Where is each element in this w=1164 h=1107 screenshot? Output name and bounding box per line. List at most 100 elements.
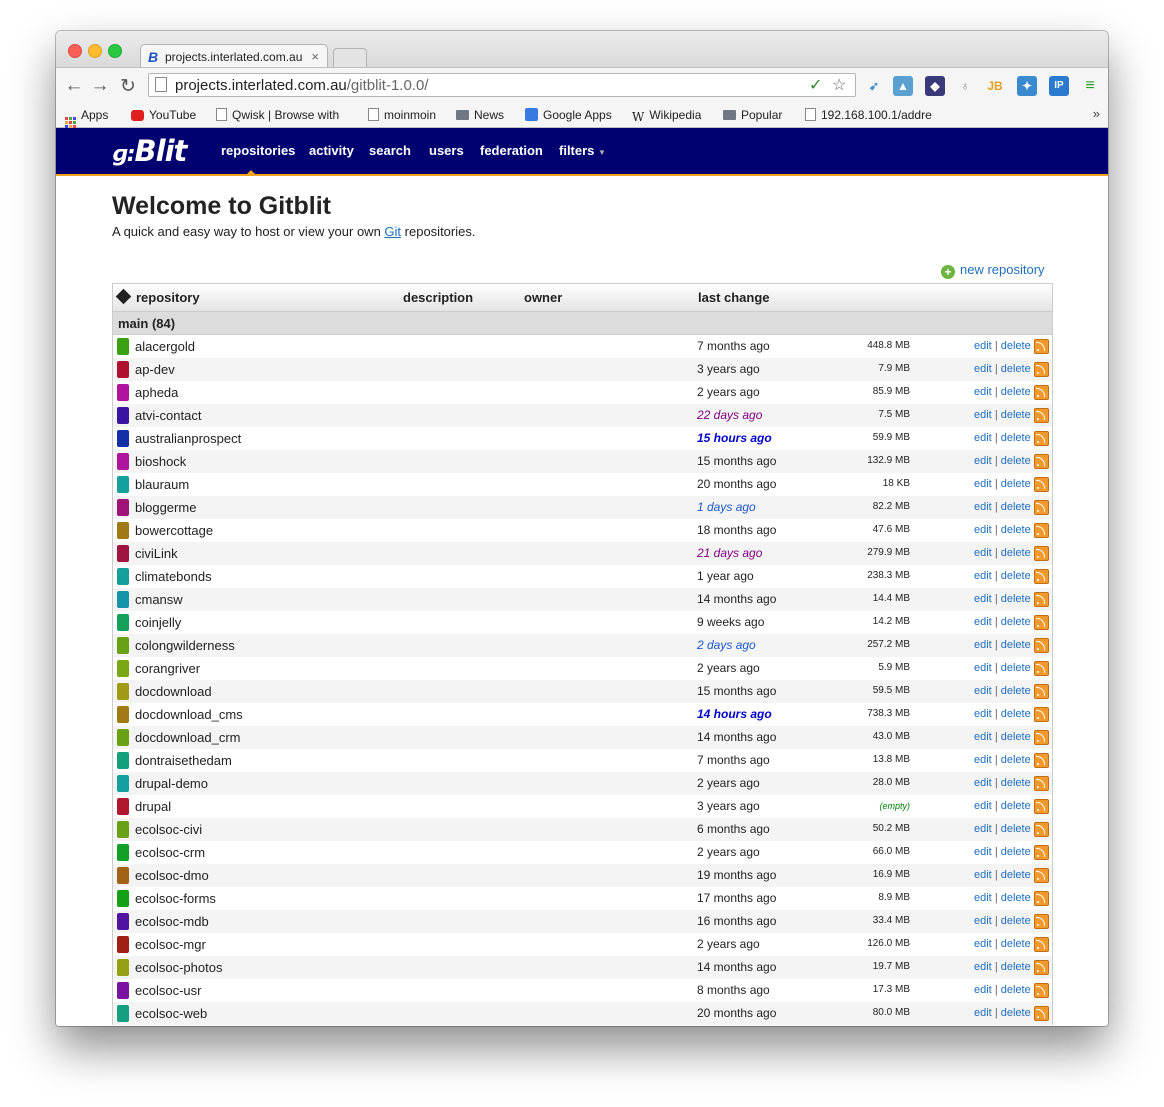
delete-link[interactable]: delete <box>1001 455 1031 467</box>
rss-feed-icon[interactable] <box>1034 523 1049 538</box>
bookmark-router[interactable]: 192.168.100.1/addre <box>805 107 990 123</box>
repository-name[interactable]: ecolsoc-civi <box>135 822 202 837</box>
delete-link[interactable]: delete <box>1001 685 1031 697</box>
repository-name[interactable]: ecolsoc-photos <box>135 960 222 975</box>
rss-feed-icon[interactable] <box>1034 707 1049 722</box>
rss-feed-icon[interactable] <box>1034 500 1049 515</box>
more-bookmarks-chevron-icon[interactable]: » <box>1093 106 1100 121</box>
repository-name[interactable]: colongwilderness <box>135 638 235 653</box>
rss-feed-icon[interactable] <box>1034 339 1049 354</box>
repository-name[interactable]: atvi-contact <box>135 408 201 423</box>
edit-link[interactable]: edit <box>974 708 992 720</box>
reload-icon[interactable]: ↻ <box>118 75 138 98</box>
repository-name[interactable]: ecolsoc-dmo <box>135 868 209 883</box>
edit-link[interactable]: edit <box>974 800 992 812</box>
repository-name[interactable]: bowercottage <box>135 523 213 538</box>
extension-image-icon[interactable]: ◆ <box>925 76 945 96</box>
repository-name[interactable]: drupal-demo <box>135 776 208 791</box>
repository-name[interactable]: ecolsoc-usr <box>135 983 201 998</box>
bookmark-wikipedia[interactable]: WWikipedia <box>632 107 701 123</box>
delete-link[interactable]: delete <box>1001 501 1031 513</box>
bookmark-google-apps[interactable]: Google Apps <box>525 107 612 123</box>
rss-feed-icon[interactable] <box>1034 661 1049 676</box>
edit-link[interactable]: edit <box>974 869 992 881</box>
rss-feed-icon[interactable] <box>1034 454 1049 469</box>
repository-name[interactable]: civiLink <box>135 546 178 561</box>
new-tab-button[interactable] <box>333 48 367 67</box>
gitblit-logo[interactable]: ɡ:Blit <box>112 134 186 168</box>
back-arrow-icon[interactable]: ← <box>64 75 84 97</box>
delete-link[interactable]: delete <box>1001 708 1031 720</box>
column-repository[interactable]: repository <box>136 290 200 305</box>
edit-link[interactable]: edit <box>974 432 992 444</box>
repository-name[interactable]: ecolsoc-mgr <box>135 937 206 952</box>
edit-link[interactable]: edit <box>974 570 992 582</box>
delete-link[interactable]: delete <box>1001 593 1031 605</box>
edit-link[interactable]: edit <box>974 616 992 628</box>
bookmark-youtube[interactable]: YouTube <box>131 107 196 123</box>
edit-link[interactable]: edit <box>974 524 992 536</box>
rss-feed-icon[interactable] <box>1034 1006 1049 1021</box>
edit-link[interactable]: edit <box>974 685 992 697</box>
repository-name[interactable]: dontraisethedam <box>135 753 232 768</box>
delete-link[interactable]: delete <box>1001 524 1031 536</box>
rss-feed-icon[interactable] <box>1034 592 1049 607</box>
delete-link[interactable]: delete <box>1001 731 1031 743</box>
repository-name[interactable]: docdownload <box>135 684 212 699</box>
extension-shield-icon[interactable]: ♁ <box>955 76 975 96</box>
address-bar[interactable]: projects.interlated.com.au/gitblit-1.0.0… <box>148 73 856 97</box>
rss-feed-icon[interactable] <box>1034 960 1049 975</box>
rss-feed-icon[interactable] <box>1034 799 1049 814</box>
repository-name[interactable]: bloggerme <box>135 500 196 515</box>
extension-jb-icon[interactable]: JB <box>985 76 1005 96</box>
rss-feed-icon[interactable] <box>1034 362 1049 377</box>
nav-repositories[interactable]: repositories <box>221 143 295 158</box>
delete-link[interactable]: delete <box>1001 1007 1031 1019</box>
delete-link[interactable]: delete <box>1001 363 1031 375</box>
edit-link[interactable]: edit <box>974 823 992 835</box>
bookmark-news[interactable]: News <box>456 107 504 123</box>
repository-name[interactable]: corangriver <box>135 661 200 676</box>
repository-name[interactable]: cmansw <box>135 592 183 607</box>
extension-ip-icon[interactable]: IP <box>1049 76 1069 96</box>
delete-link[interactable]: delete <box>1001 800 1031 812</box>
edit-link[interactable]: edit <box>974 501 992 513</box>
column-description[interactable]: description <box>403 290 473 305</box>
rss-feed-icon[interactable] <box>1034 638 1049 653</box>
edit-link[interactable]: edit <box>974 386 992 398</box>
repository-name[interactable]: drupal <box>135 799 171 814</box>
delete-link[interactable]: delete <box>1001 984 1031 996</box>
edit-link[interactable]: edit <box>974 984 992 996</box>
extension-bird-icon[interactable]: ➹ <box>864 76 884 96</box>
rss-feed-icon[interactable] <box>1034 868 1049 883</box>
rss-feed-icon[interactable] <box>1034 845 1049 860</box>
minimize-window-button[interactable] <box>88 44 102 58</box>
rss-feed-icon[interactable] <box>1034 753 1049 768</box>
nav-federation[interactable]: federation <box>480 143 543 158</box>
zoom-window-button[interactable] <box>108 44 122 58</box>
nav-activity[interactable]: activity <box>309 143 354 158</box>
delete-link[interactable]: delete <box>1001 616 1031 628</box>
delete-link[interactable]: delete <box>1001 961 1031 973</box>
rss-feed-icon[interactable] <box>1034 891 1049 906</box>
delete-link[interactable]: delete <box>1001 754 1031 766</box>
repository-name[interactable]: ecolsoc-mdb <box>135 914 209 929</box>
repository-name[interactable]: bioshock <box>135 454 186 469</box>
edit-link[interactable]: edit <box>974 340 992 352</box>
close-window-button[interactable] <box>68 44 82 58</box>
delete-link[interactable]: delete <box>1001 478 1031 490</box>
rss-feed-icon[interactable] <box>1034 546 1049 561</box>
delete-link[interactable]: delete <box>1001 639 1031 651</box>
delete-link[interactable]: delete <box>1001 340 1031 352</box>
browser-tab[interactable]: B projects.interlated.com.au × <box>140 44 328 69</box>
delete-link[interactable]: delete <box>1001 823 1031 835</box>
delete-link[interactable]: delete <box>1001 547 1031 559</box>
delete-link[interactable]: delete <box>1001 777 1031 789</box>
extension-landscape-icon[interactable]: ▲ <box>893 76 913 96</box>
edit-link[interactable]: edit <box>974 938 992 950</box>
repository-name[interactable]: ap-dev <box>135 362 175 377</box>
rss-feed-icon[interactable] <box>1034 477 1049 492</box>
column-owner[interactable]: owner <box>524 290 562 305</box>
column-last-change[interactable]: last change <box>698 290 770 305</box>
rss-feed-icon[interactable] <box>1034 569 1049 584</box>
